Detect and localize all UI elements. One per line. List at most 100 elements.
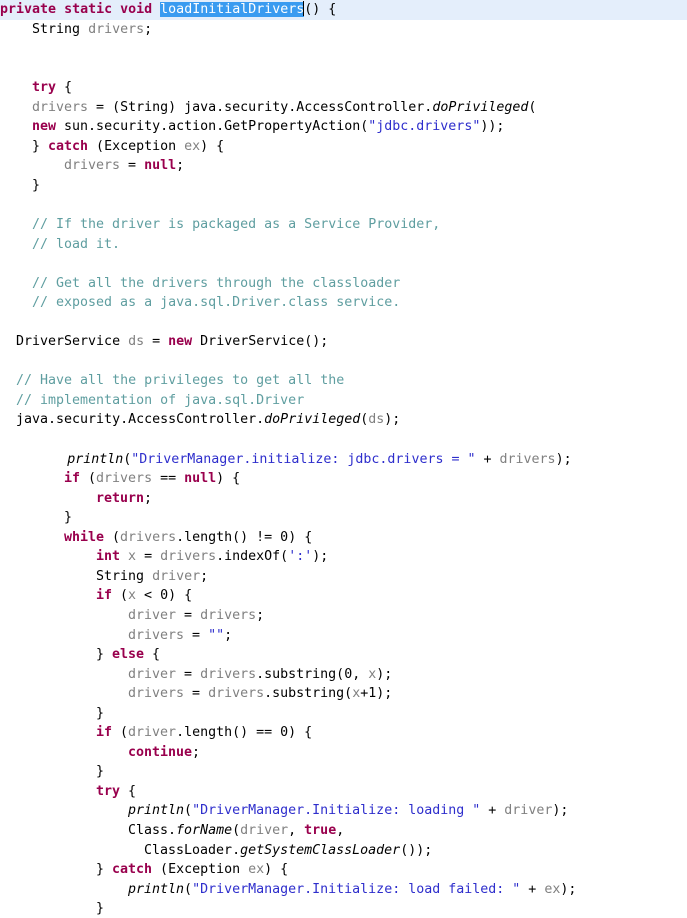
code-line[interactable]: String driver; <box>0 567 687 587</box>
code-line[interactable]: return; <box>0 489 687 509</box>
code-line[interactable]: String drivers; <box>0 20 687 40</box>
method-token: getSystemClassLoader <box>240 842 401 858</box>
code-line[interactable]: Class.forName(driver, true, <box>0 821 687 841</box>
number-token: 0 <box>344 666 353 682</box>
code-line[interactable]: try { <box>0 78 687 98</box>
code-line[interactable]: // implementation of java.sql.Driver <box>0 391 687 411</box>
code-line[interactable]: } <box>0 176 687 196</box>
code-line[interactable]: } catch (Exception ex) { <box>0 137 687 157</box>
identifier-token: ds <box>368 412 385 428</box>
punctuation-token: { <box>120 783 137 799</box>
code-line[interactable]: continue; <box>0 743 687 763</box>
code-line[interactable]: DriverService ds = new DriverService(); <box>0 332 687 352</box>
code-line[interactable]: driver = drivers.substring(0, x); <box>0 665 687 685</box>
code-line[interactable]: // Have all the privileges to get all th… <box>0 371 687 391</box>
identifier-token: drivers <box>128 627 185 643</box>
code-line[interactable] <box>0 195 687 215</box>
number-token: 0 <box>280 725 289 741</box>
code-line[interactable]: drivers = (String) java.security.AccessC… <box>0 98 687 118</box>
code-line[interactable]: } catch (Exception ex) { <box>0 860 687 880</box>
punctuation-token: } <box>96 647 113 663</box>
punctuation-token <box>240 862 248 877</box>
keyword-token: return <box>96 490 145 506</box>
punctuation-token: = <box>136 549 161 565</box>
punctuation-token: ( <box>112 588 129 604</box>
code-line[interactable]: // Get all the drivers through the class… <box>0 274 687 294</box>
code-line[interactable]: println("DriverManager.initialize: jdbc.… <box>0 450 687 470</box>
punctuation-token: ( <box>88 138 105 154</box>
string-token: "DriverManager.initialize: jdbc.drivers … <box>131 451 476 467</box>
code-lines-container[interactable]: private static void loadInitialDrivers()… <box>0 0 687 918</box>
punctuation-token: } <box>32 177 41 193</box>
keyword-token: continue <box>128 744 193 760</box>
punctuation-token: ); <box>312 549 329 565</box>
punctuation-token <box>56 2 64 17</box>
punctuation-token: = <box>176 607 201 623</box>
identifier-token: drivers <box>32 99 89 115</box>
keyword-token: null <box>184 471 217 487</box>
code-line[interactable]: } <box>0 762 687 782</box>
code-line[interactable]: ClassLoader.getSystemClassLoader()); <box>0 841 687 861</box>
code-line[interactable]: drivers = ""; <box>0 626 687 646</box>
identifier-token: driver <box>128 607 177 623</box>
punctuation-token: ); <box>376 666 393 682</box>
punctuation-token: ; <box>256 607 265 623</box>
code-line[interactable] <box>0 59 687 79</box>
punctuation-token <box>176 139 184 154</box>
comment-token: // Get all the drivers through the class… <box>32 275 401 291</box>
punctuation-token: ()); <box>400 842 433 858</box>
code-line[interactable] <box>0 39 687 59</box>
punctuation-token: ; <box>224 627 233 643</box>
code-line[interactable]: while (drivers.length() != 0) { <box>0 528 687 548</box>
code-line[interactable]: try { <box>0 782 687 802</box>
code-line[interactable]: if (x < 0) { <box>0 586 687 606</box>
code-line[interactable]: } <box>0 508 687 528</box>
keyword-token: true <box>304 822 337 838</box>
keyword-token: if <box>96 725 113 741</box>
code-line[interactable] <box>0 254 687 274</box>
code-line[interactable]: } <box>0 899 687 918</box>
punctuation-token: = ( <box>88 99 121 115</box>
punctuation-token: } <box>96 705 105 721</box>
keyword-token: catch <box>112 862 153 878</box>
code-line[interactable]: } <box>0 704 687 724</box>
punctuation-token: == <box>152 471 185 487</box>
punctuation-token: , <box>336 822 345 838</box>
code-line[interactable]: } else { <box>0 645 687 665</box>
code-line[interactable] <box>0 352 687 372</box>
code-editor[interactable]: private static void loadInitialDrivers()… <box>0 0 687 918</box>
code-line[interactable]: if (drivers == null) { <box>0 469 687 489</box>
punctuation-token: = <box>176 666 201 682</box>
code-line[interactable]: // load it. <box>0 235 687 255</box>
code-line[interactable]: // exposed as a java.sql.Driver.class se… <box>0 293 687 313</box>
keyword-token: else <box>112 647 145 663</box>
code-line[interactable]: println("DriverManager.Initialize: loadi… <box>0 801 687 821</box>
code-line[interactable]: if (driver.length() == 0) { <box>0 723 687 743</box>
punctuation-token: ; <box>144 21 153 37</box>
code-line[interactable] <box>0 430 687 450</box>
code-line[interactable]: drivers = drivers.substring(x+1); <box>0 684 687 704</box>
code-line[interactable]: new sun.security.action.GetPropertyActio… <box>0 117 687 137</box>
punctuation-token: + <box>520 881 545 897</box>
punctuation-token: } <box>96 764 105 780</box>
punctuation-token: < <box>136 588 161 604</box>
identifier-token: drivers <box>208 686 265 702</box>
code-line[interactable]: drivers = null; <box>0 156 687 176</box>
code-line[interactable]: int x = drivers.indexOf(':'); <box>0 547 687 567</box>
code-line[interactable]: java.security.AccessController.doPrivile… <box>0 410 687 430</box>
code-line[interactable] <box>0 313 687 333</box>
punctuation-token: } <box>96 901 105 917</box>
code-line[interactable]: println("DriverManager.Initialize: load … <box>0 880 687 900</box>
identifier-token: driver <box>128 666 177 682</box>
punctuation-token: ) { <box>288 529 313 545</box>
identifier-token: drivers <box>200 607 257 623</box>
code-line[interactable]: driver = drivers; <box>0 606 687 626</box>
method-token: forName <box>176 822 233 838</box>
code-line[interactable]: // If the driver is packaged as a Servic… <box>0 215 687 235</box>
code-line[interactable]: private static void loadInitialDrivers()… <box>0 0 687 20</box>
type-token: String <box>96 568 145 584</box>
keyword-token: if <box>96 588 113 604</box>
comment-token: // implementation of java.sql.Driver <box>16 392 305 408</box>
punctuation-token: .substring( <box>256 666 345 682</box>
keyword-token: catch <box>48 138 89 154</box>
